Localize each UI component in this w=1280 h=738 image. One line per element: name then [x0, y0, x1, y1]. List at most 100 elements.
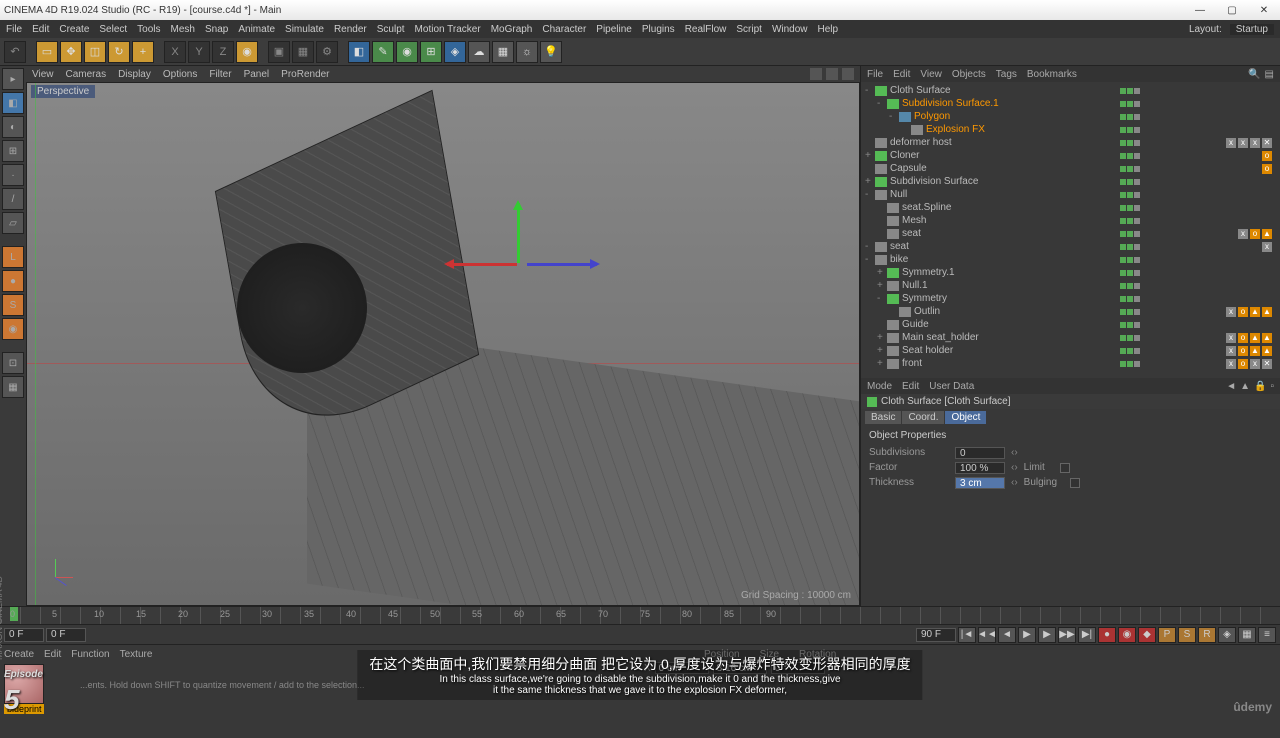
om-menu-objects[interactable]: Objects [952, 69, 986, 80]
menu-select[interactable]: Select [99, 24, 127, 35]
menu-tools[interactable]: Tools [137, 24, 160, 35]
frame-current-input[interactable]: 0 F [46, 628, 86, 642]
tree-item-cloth-surface[interactable]: -Cloth Surface [861, 84, 1280, 97]
tree-item-symmetry[interactable]: -Symmetry [861, 292, 1280, 305]
om-menu-bookmarks[interactable]: Bookmarks [1027, 69, 1077, 80]
maximize-button[interactable]: ▢ [1220, 5, 1244, 16]
frame-end-input[interactable]: 90 F [916, 628, 956, 642]
tab-object[interactable]: Object [945, 411, 986, 424]
tree-item-polygon[interactable]: -Polygon [861, 110, 1280, 123]
attr-menu-edit[interactable]: Edit [902, 381, 919, 392]
om-menu-view[interactable]: View [920, 69, 942, 80]
tree-item-subdivision-surface-1[interactable]: -Subdivision Surface.1 [861, 97, 1280, 110]
menu-pipeline[interactable]: Pipeline [596, 24, 632, 35]
next-key-button[interactable]: ▶▶ [1058, 627, 1076, 643]
tree-item-subdivision-surface[interactable]: +Subdivision Surface [861, 175, 1280, 188]
tree-item-cloner[interactable]: +Clonero [861, 149, 1280, 162]
menu-window[interactable]: Window [772, 24, 808, 35]
goto-end-button[interactable]: ▶| [1078, 627, 1096, 643]
viewport-config-icon[interactable] [810, 68, 822, 80]
select-tool[interactable]: ▭ [36, 41, 58, 63]
point-mode-button[interactable]: · [2, 164, 24, 186]
subdiv-button[interactable]: ⊞ [420, 41, 442, 63]
tree-item-capsule[interactable]: Capsuleo [861, 162, 1280, 175]
menu-mesh[interactable]: Mesh [171, 24, 195, 35]
render-region-button[interactable]: ▦ [292, 41, 314, 63]
key-pla-button[interactable]: ▦ [1238, 627, 1256, 643]
powerslider-button[interactable]: ≡ [1258, 627, 1276, 643]
attr-back-icon[interactable]: ◄ [1226, 381, 1236, 392]
vmenu-options[interactable]: Options [163, 69, 197, 80]
planar-workplane-button[interactable]: ▦ [2, 376, 24, 398]
misc-button[interactable]: 💡 [540, 41, 562, 63]
render-view-button[interactable]: ▣ [268, 41, 290, 63]
prev-key-button[interactable]: ◄◄ [978, 627, 996, 643]
axis-z-button[interactable]: Z [212, 41, 234, 63]
om-menu-file[interactable]: File [867, 69, 883, 80]
tree-item-explosion-fx[interactable]: Explosion FX [861, 123, 1280, 136]
key-rot-button[interactable]: R [1198, 627, 1216, 643]
tree-item-null-1[interactable]: +Null.1 [861, 279, 1280, 292]
tab-coord[interactable]: Coord. [902, 411, 944, 424]
scale-tool[interactable]: ◫ [84, 41, 106, 63]
move-tool[interactable]: ✥ [60, 41, 82, 63]
axis-y-button[interactable]: Y [188, 41, 210, 63]
axis-mode-button[interactable]: L [2, 246, 24, 268]
gizmo-y-axis[interactable] [517, 203, 520, 263]
autokey-button[interactable]: ◉ [1118, 627, 1136, 643]
bulging-checkbox[interactable] [1070, 478, 1080, 488]
last-tool[interactable]: + [132, 41, 154, 63]
thickness-spinner[interactable]: ‹› [1011, 477, 1018, 488]
tree-item-outlin[interactable]: Outlinxo▲▲ [861, 305, 1280, 318]
layout-select[interactable]: Startup [1230, 24, 1274, 35]
om-menu-tags[interactable]: Tags [996, 69, 1017, 80]
snap-button[interactable]: S [2, 294, 24, 316]
tree-item-seat[interactable]: seatxo▲ [861, 227, 1280, 240]
environment-button[interactable]: ☁ [468, 41, 490, 63]
timeline-ruler[interactable]: 051015202530354045505560657075808590 [0, 606, 1280, 624]
menu-edit[interactable]: Edit [32, 24, 49, 35]
mat-menu-function[interactable]: Function [71, 649, 109, 660]
texture-mode-button[interactable]: ◐ [2, 116, 24, 138]
tree-item-main-seat_holder[interactable]: +Main seat_holderxo▲▲ [861, 331, 1280, 344]
prev-frame-button[interactable]: ◄ [998, 627, 1016, 643]
frame-start-input[interactable]: 0 F [4, 628, 44, 642]
thickness-input[interactable]: 3 cm [955, 477, 1005, 489]
axis-x-button[interactable]: X [164, 41, 186, 63]
tree-item-seat-spline[interactable]: seat.Spline [861, 201, 1280, 214]
record-button[interactable]: ● [1098, 627, 1116, 643]
polygon-mode-button[interactable]: ▱ [2, 212, 24, 234]
goto-start-button[interactable]: |◄ [958, 627, 976, 643]
menu-realflow[interactable]: RealFlow [685, 24, 727, 35]
render-settings-button[interactable]: ⚙ [316, 41, 338, 63]
om-search-icon[interactable]: 🔍 [1248, 69, 1260, 80]
tab-basic[interactable]: Basic [865, 411, 901, 424]
menu-file[interactable]: File [6, 24, 22, 35]
gizmo-x-axis[interactable] [447, 263, 517, 266]
tree-item-guide[interactable]: Guide [861, 318, 1280, 331]
menu-simulate[interactable]: Simulate [285, 24, 324, 35]
attr-new-icon[interactable]: ▫ [1270, 381, 1274, 392]
attr-menu-mode[interactable]: Mode [867, 381, 892, 392]
menu-plugins[interactable]: Plugins [642, 24, 675, 35]
mat-menu-texture[interactable]: Texture [120, 649, 153, 660]
model-mode-button[interactable]: ◧ [2, 92, 24, 114]
rotate-tool[interactable]: ↻ [108, 41, 130, 63]
menu-mograph[interactable]: MoGraph [491, 24, 533, 35]
tree-item-bike[interactable]: -bike [861, 253, 1280, 266]
tree-item-seat[interactable]: -seatx [861, 240, 1280, 253]
tree-item-seat-holder[interactable]: +Seat holderxo▲▲ [861, 344, 1280, 357]
next-frame-button[interactable]: ▶ [1038, 627, 1056, 643]
menu-render[interactable]: Render [334, 24, 367, 35]
tree-item-null[interactable]: -Null [861, 188, 1280, 201]
menu-create[interactable]: Create [59, 24, 89, 35]
tree-item-deformer-host[interactable]: deformer hostxxx✕ [861, 136, 1280, 149]
vmenu-filter[interactable]: Filter [209, 69, 231, 80]
attr-up-icon[interactable]: ▲ [1240, 381, 1250, 392]
tree-item-mesh[interactable]: Mesh [861, 214, 1280, 227]
factor-spinner[interactable]: ‹› [1011, 462, 1018, 473]
vmenu-view[interactable]: View [32, 69, 54, 80]
vmenu-cameras[interactable]: Cameras [66, 69, 107, 80]
factor-input[interactable]: 100 % [955, 462, 1005, 474]
undo-button[interactable]: ↶ [4, 41, 26, 63]
